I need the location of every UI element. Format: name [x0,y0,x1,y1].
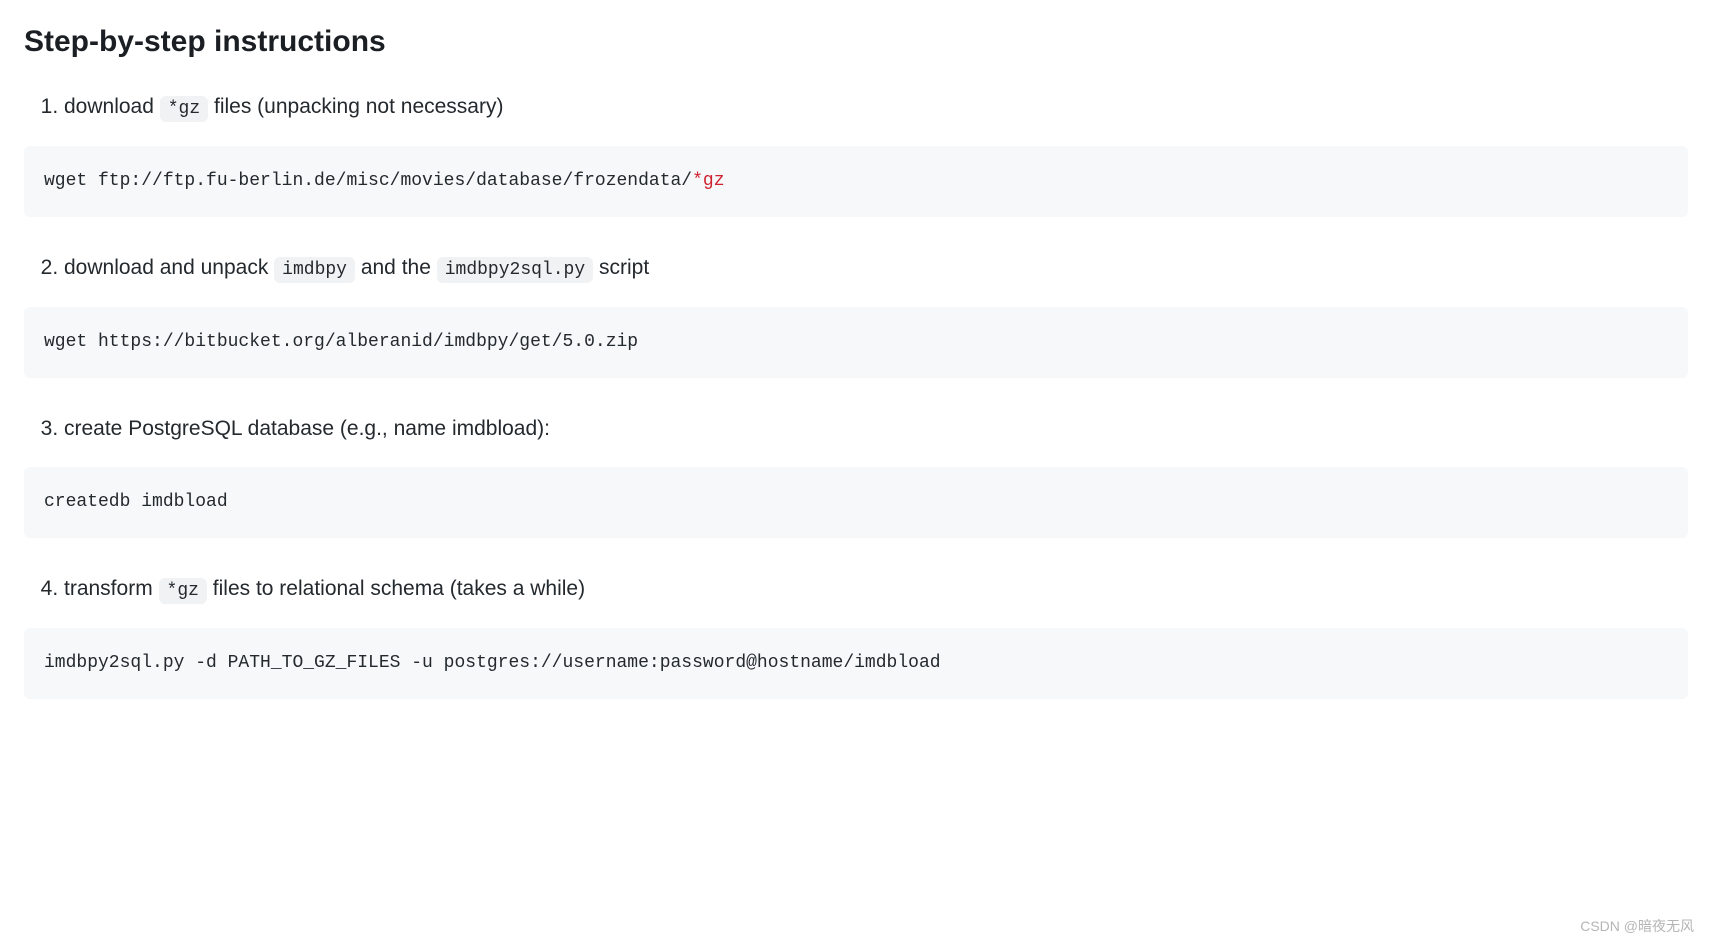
step-1-text: download *gz files (unpacking not necess… [64,95,503,118]
step-1: download *gz files (unpacking not necess… [64,90,1688,124]
step-2-code[interactable]: wget https://bitbucket.org/alberanid/imd… [24,307,1688,378]
step-4-code[interactable]: imdbpy2sql.py -d PATH_TO_GZ_FILES -u pos… [24,628,1688,699]
steps-list: download *gz files (unpacking not necess… [24,90,1688,124]
step-2-text: download and unpack imdbpy and the imdbp… [64,256,649,279]
watermark: CSDN @暗夜无风 [1580,915,1694,937]
step-3-text: create PostgreSQL database (e.g., name i… [64,417,550,440]
step-2: download and unpack imdbpy and the imdbp… [64,251,1688,285]
section-heading: Step-by-step instructions [24,18,1688,66]
steps-list: transform *gz files to relational schema… [24,572,1688,606]
inline-code: imdbpy2sql.py [437,257,593,283]
inline-code: *gz [159,578,207,604]
inline-code: imdbpy [274,257,355,283]
inline-code: *gz [160,96,208,122]
step-3-code[interactable]: createdb imdbload [24,467,1688,538]
step-4-text: transform *gz files to relational schema… [64,577,585,600]
steps-list: create PostgreSQL database (e.g., name i… [24,412,1688,446]
step-4: transform *gz files to relational schema… [64,572,1688,606]
steps-list: download and unpack imdbpy and the imdbp… [24,251,1688,285]
step-1-code[interactable]: wget ftp://ftp.fu-berlin.de/misc/movies/… [24,146,1688,217]
step-3: create PostgreSQL database (e.g., name i… [64,412,1688,446]
